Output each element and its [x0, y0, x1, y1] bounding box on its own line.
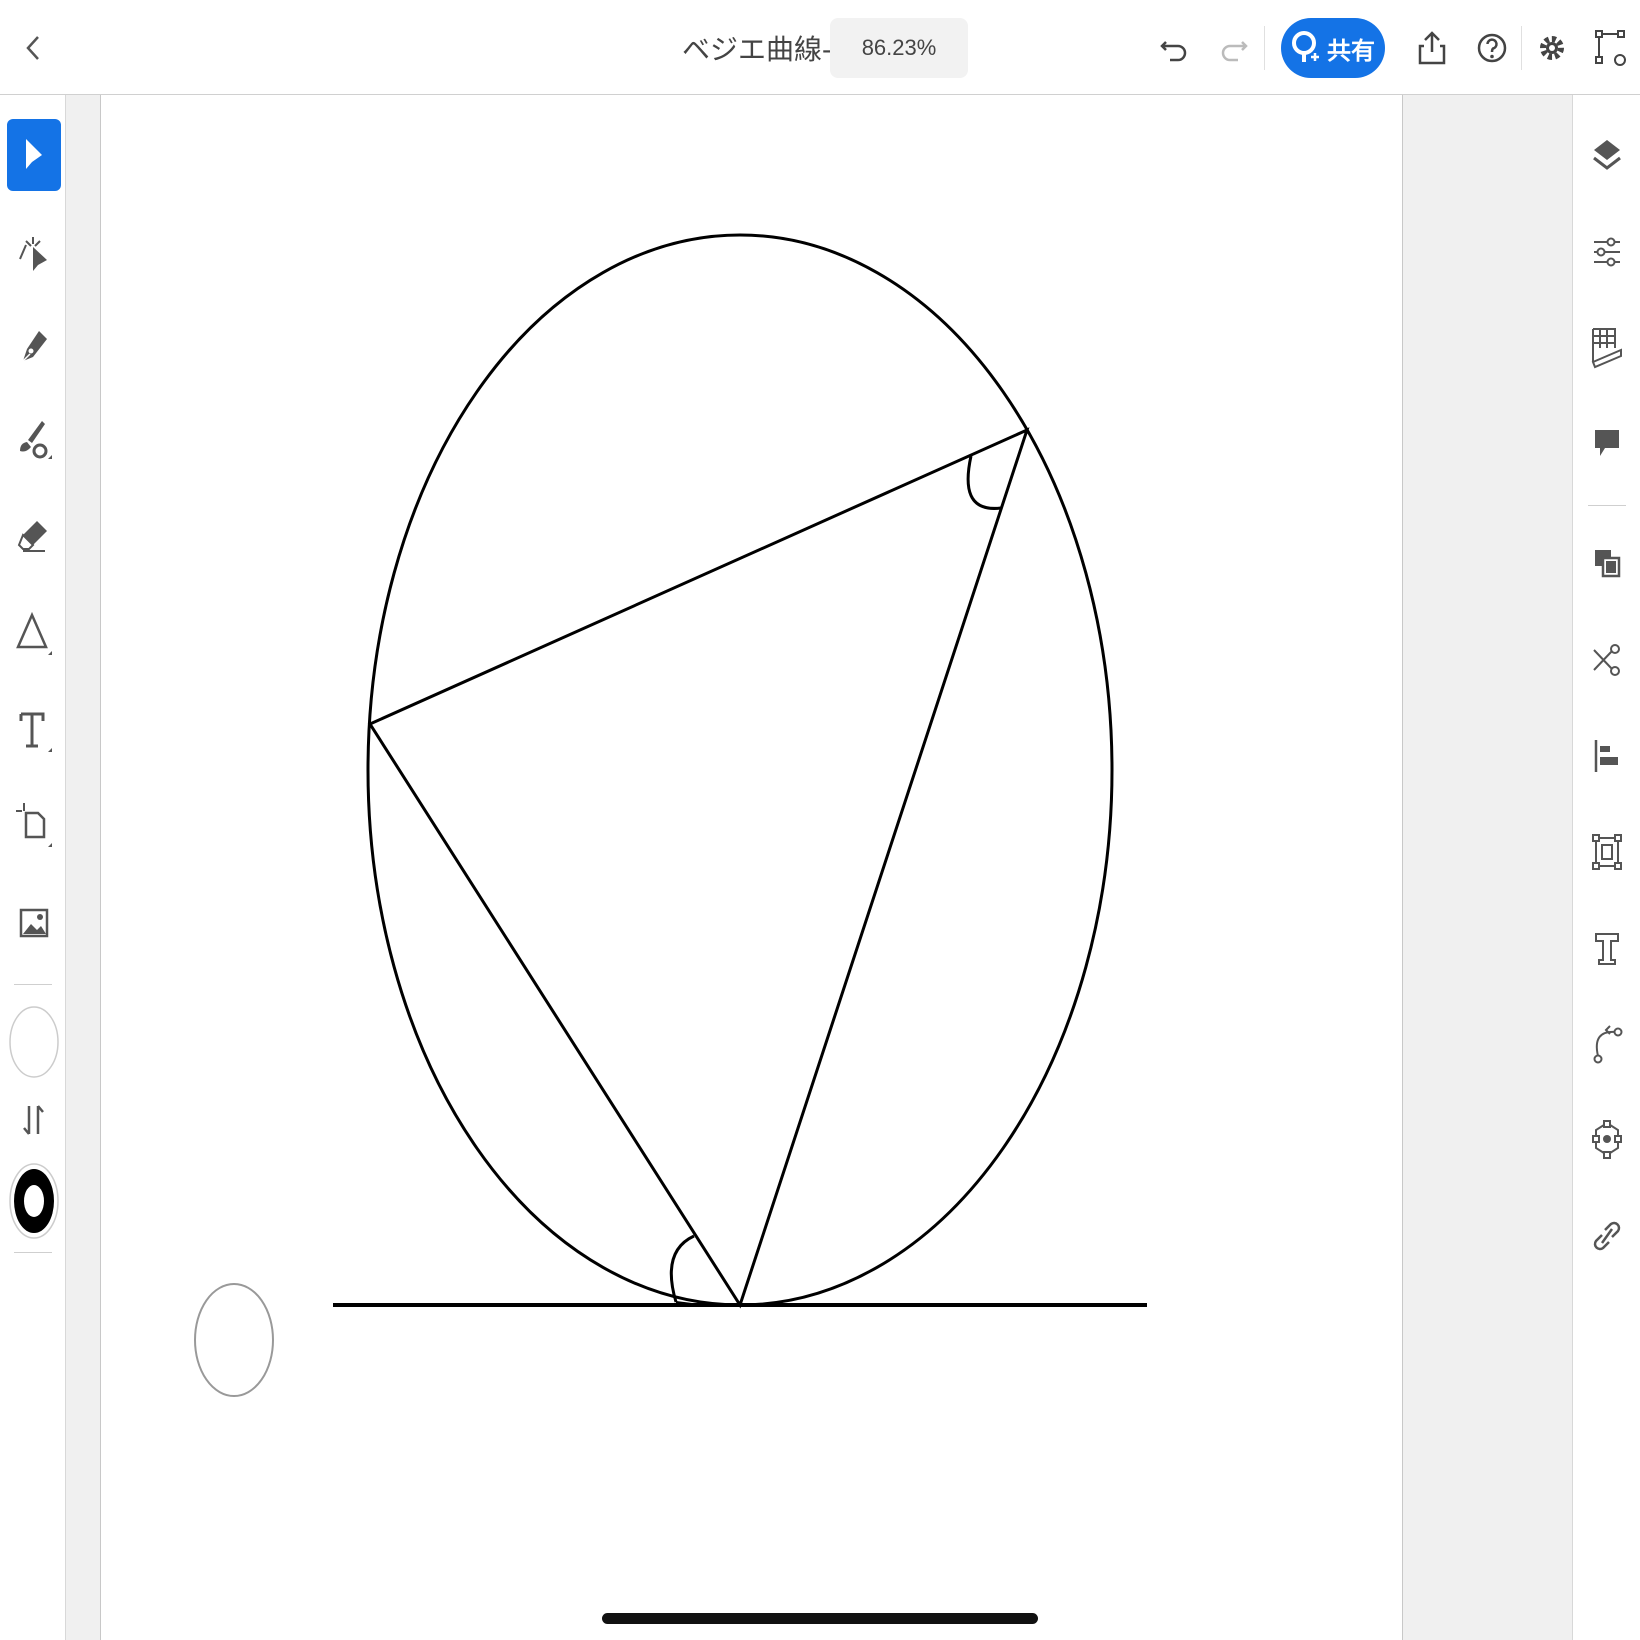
zoom-level[interactable]: 86.23% [830, 18, 968, 78]
document-title[interactable]: ベジエ曲線-* [682, 28, 842, 68]
home-indicator [602, 1613, 1038, 1624]
comment-icon [1595, 430, 1619, 456]
repeat-panel-button[interactable] [1580, 1110, 1634, 1170]
grid-ruler-icon [1591, 328, 1622, 369]
touch-shortcut-button[interactable] [193, 1282, 275, 1398]
eraser-icon [17, 521, 47, 552]
scissors-icon [1593, 644, 1620, 676]
chevron-left-icon [26, 36, 39, 60]
transform-icon [1592, 834, 1622, 870]
image-tool[interactable] [7, 887, 61, 959]
share-upload-icon [1418, 31, 1446, 65]
toolbar-divider [1264, 26, 1265, 70]
brush-tool[interactable] [7, 405, 61, 477]
arrange-icon [1595, 550, 1621, 578]
pen-icon [22, 331, 47, 362]
redo-icon [1221, 41, 1248, 62]
brush-icon [20, 421, 52, 459]
swap-arrows-icon [23, 1105, 44, 1135]
text-t-icon [19, 712, 52, 752]
artboard-canvas[interactable] [101, 95, 1402, 1640]
selection-tool[interactable] [7, 119, 61, 191]
pasteboard-right [1402, 95, 1572, 1640]
image-icon [19, 908, 49, 938]
invite-user-icon [1292, 31, 1319, 62]
toolbar-divider [1521, 26, 1522, 70]
arrow-pointer-icon [26, 139, 42, 169]
help-icon [1477, 33, 1507, 63]
toolbar-divider [14, 1252, 52, 1253]
text-tool[interactable] [7, 695, 61, 767]
curve-panel-button[interactable] [1580, 1014, 1634, 1074]
layers-icon [1593, 140, 1621, 170]
stroke-color-swatch[interactable] [7, 1160, 61, 1242]
swap-fill-stroke-button[interactable] [7, 1084, 61, 1156]
comments-panel-button[interactable] [1580, 414, 1634, 474]
curve-icon [1593, 1025, 1623, 1064]
fill-swatch-icon [9, 1006, 59, 1078]
toolbar-divider [1588, 505, 1626, 506]
align-panel-button[interactable] [1580, 726, 1634, 786]
artboard-icon [16, 803, 52, 847]
share-label: 共有 [1327, 37, 1375, 65]
undo-button[interactable] [1146, 20, 1202, 76]
export-button[interactable] [1404, 20, 1460, 76]
redo-button[interactable] [1206, 20, 1262, 76]
direct-selection-tool[interactable] [7, 217, 61, 289]
top-bar: ベジエ曲線-* 86.23% 共有 [0, 0, 1640, 95]
type-panel-button[interactable] [1580, 918, 1634, 978]
share-button[interactable]: 共有 [1281, 18, 1385, 78]
path-edit-icon [1595, 30, 1626, 66]
toolbar-divider [14, 984, 52, 985]
triangle-icon [16, 611, 52, 655]
angle-marker-bottom[interactable] [669, 1234, 695, 1303]
circle-shape[interactable] [366, 233, 1114, 1307]
gear-icon [1540, 36, 1564, 60]
sliders-icon [1594, 237, 1620, 267]
transform-panel-button[interactable] [1580, 822, 1634, 882]
direct-select-icon [19, 237, 47, 271]
shape-tool[interactable] [7, 598, 61, 670]
pasteboard-left [66, 95, 101, 1640]
pen-tool[interactable] [7, 311, 61, 383]
arrange-panel-button[interactable] [1580, 534, 1634, 594]
link-icon [1593, 1221, 1621, 1251]
fill-color-swatch[interactable] [7, 1004, 61, 1080]
repeat-grid-icon [1592, 1120, 1622, 1159]
path-edit-button[interactable] [1582, 20, 1638, 76]
link-panel-button[interactable] [1580, 1206, 1634, 1266]
grid-ruler-panel-button[interactable] [1580, 318, 1634, 378]
help-button[interactable] [1464, 20, 1520, 76]
eraser-tool[interactable] [7, 501, 61, 573]
layers-panel-button[interactable] [1580, 126, 1634, 186]
artboard-tool[interactable] [7, 790, 61, 862]
back-button[interactable] [6, 20, 62, 76]
inscribed-triangle[interactable] [367, 427, 1030, 1309]
cut-panel-button[interactable] [1580, 630, 1634, 690]
undo-icon [1160, 41, 1187, 62]
angle-marker-top[interactable] [966, 455, 1002, 510]
align-left-icon [1594, 740, 1618, 772]
settings-button[interactable] [1524, 20, 1580, 76]
properties-panel-button[interactable] [1580, 222, 1634, 282]
type-icon [1595, 933, 1619, 965]
stroke-swatch-icon [9, 1163, 59, 1239]
